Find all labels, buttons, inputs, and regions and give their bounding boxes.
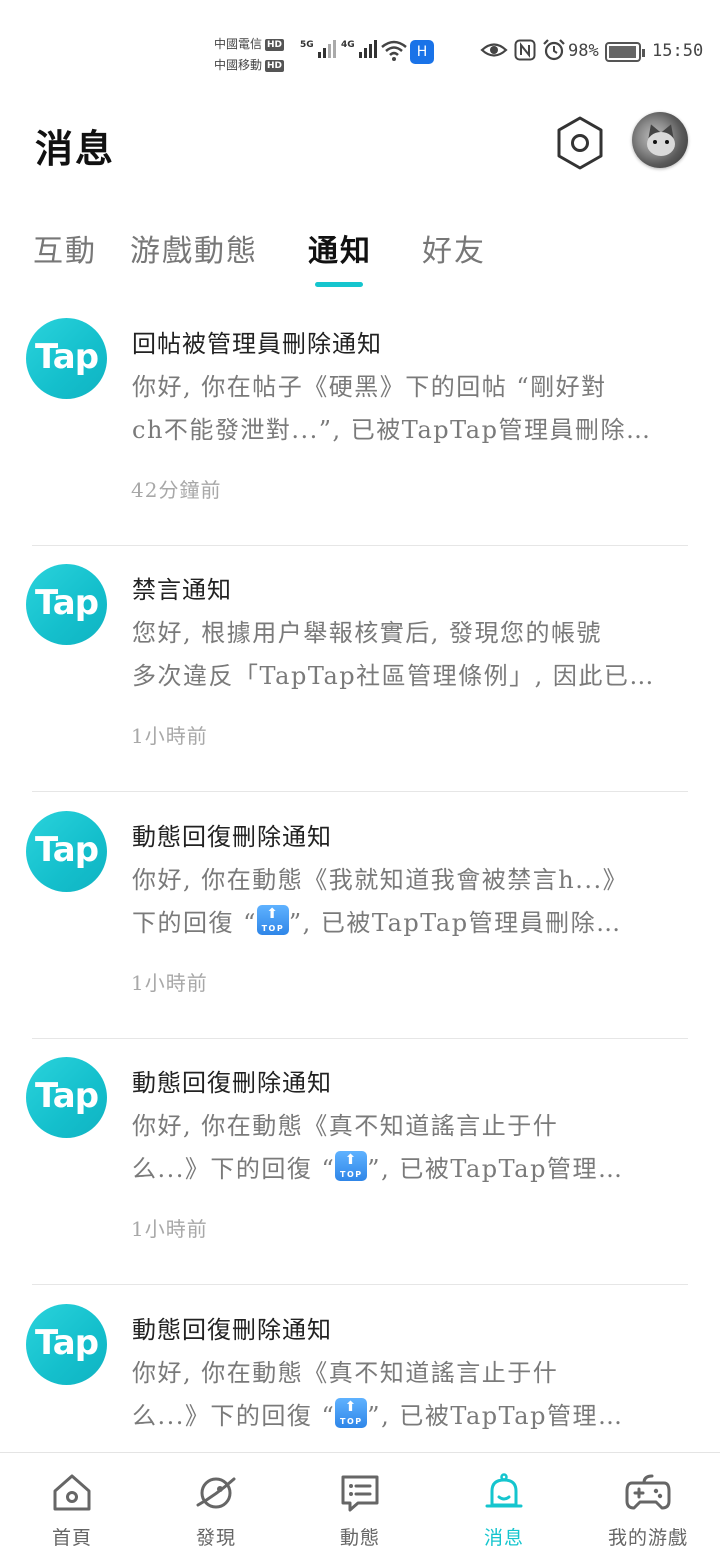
nav-label: 動態	[339, 1527, 380, 1549]
body-text: ”, 已被TapTap管理員刪除…	[288, 909, 622, 937]
app-notification-icon: H	[410, 40, 434, 64]
carrier-2: 中國移動	[214, 58, 263, 72]
status-icons	[480, 38, 566, 62]
nav-home[interactable]: 首頁	[12, 1471, 132, 1550]
notification-item[interactable]: Tap 禁言通知 您好, 根據用户舉報核實后, 發現您的帳號 多次違反「TapT…	[0, 546, 720, 792]
home-icon	[53, 1474, 91, 1511]
bottom-nav: 首頁 發現 動態 消息 我的游戲	[0, 1452, 720, 1560]
bell-icon	[485, 1473, 523, 1508]
settings-button[interactable]	[554, 115, 606, 171]
notification-title: 動態回復刪除通知	[132, 1069, 332, 1097]
notification-item[interactable]: Tap 回帖被管理員刪除通知 你好, 你在帖子《硬黑》下的回帖 “剛好對 ch不…	[0, 300, 720, 546]
carrier-1: 中國電信	[214, 37, 263, 51]
taptap-logo: Tap	[26, 1304, 107, 1385]
signal-4g-icon: 4G	[341, 40, 377, 58]
notification-body-line: 您好, 根據用户舉報核實后, 發現您的帳號	[132, 619, 603, 647]
top-emoji-icon: ⬆ TOP	[256, 905, 289, 935]
taptap-logo: Tap	[26, 1057, 107, 1138]
notification-time: 42分鐘前	[131, 478, 222, 502]
status-bar: 中國電信 HD 中國移動 HD 5G 4G H 98% 15:50	[0, 0, 720, 100]
notification-title: 動態回復刪除通知	[132, 823, 332, 851]
divider	[32, 1284, 688, 1285]
tab-bar: 互動 游戲動態 通知 好友	[0, 220, 720, 290]
notification-title: 回帖被管理員刪除通知	[132, 330, 382, 358]
taptap-logo: Tap	[26, 318, 107, 399]
nav-discover[interactable]: 發現	[156, 1471, 276, 1550]
body-text: ”, 已被TapTap管理…	[367, 1402, 624, 1430]
notification-item[interactable]: Tap 動態回復刪除通知 你好, 你在動態《我就知道我會被禁言h...》 下的回…	[0, 793, 720, 1039]
notification-body-line: ch不能發泄對...”, 已被TapTap管理員刪除…	[132, 416, 652, 444]
avatar[interactable]	[632, 112, 688, 168]
notification-body: 你好, 你在動態《真不知道謠言止于什 么...》下的回復 “⬆ TOP”, 已被T…	[132, 1352, 684, 1438]
hd-badge: HD	[265, 59, 285, 72]
taptap-logo: Tap	[26, 564, 107, 645]
page-title: 消息	[35, 126, 116, 171]
notification-body: 你好, 你在動態《我就知道我會被禁言h...》 下的回復 “⬆ TOP”, 已被T…	[132, 859, 684, 945]
tab-friends[interactable]: 好友	[422, 226, 486, 270]
nav-label: 發現	[195, 1527, 236, 1549]
tab-notifications[interactable]: 通知	[308, 226, 372, 270]
signal-5g-icon: 5G	[300, 40, 336, 58]
battery-icon	[605, 42, 645, 62]
nfc-icon	[514, 39, 536, 61]
notification-body-line: 你好, 你在動態《我就知道我會被禁言h...》	[132, 866, 629, 894]
notification-body: 你好, 你在動態《真不知道謠言止于什 么...》下的回復 “⬆ TOP”, 已被T…	[132, 1105, 684, 1191]
planet-icon	[196, 1477, 236, 1509]
nav-label: 首頁	[51, 1527, 92, 1549]
carrier-info: 中國電信 HD 中國移動 HD	[214, 34, 285, 76]
alarm-icon	[543, 39, 565, 61]
top-emoji-icon: ⬆ TOP	[335, 1398, 368, 1428]
nav-moments[interactable]: 動態	[300, 1471, 420, 1550]
notification-body: 您好, 根據用户舉報核實后, 發現您的帳號 多次違反「TapTap社區管理條例」…	[132, 612, 684, 698]
body-text: 么...》下的回復 “	[132, 1402, 336, 1430]
top-emoji-icon: ⬆ TOP	[335, 1151, 368, 1181]
notification-title: 動態回復刪除通知	[132, 1316, 332, 1344]
hd-badge: HD	[265, 38, 285, 51]
notification-body-line: 多次違反「TapTap社區管理條例」, 因此已…	[132, 662, 655, 690]
chat-icon	[341, 1475, 379, 1512]
nav-my-games[interactable]: 我的游戲	[588, 1471, 708, 1550]
notification-body-line: 你好, 你在動態《真不知道謠言止于什	[132, 1112, 559, 1140]
notification-body-line: 么...》下的回復 “⬆ TOP”, 已被TapTap管理…	[132, 1395, 684, 1438]
notification-body-line: 你好, 你在動態《真不知道謠言止于什	[132, 1359, 559, 1387]
nav-label: 消息	[483, 1527, 524, 1549]
status-time: 15:50	[652, 41, 704, 61]
notification-title: 禁言通知	[132, 576, 232, 604]
active-tab-indicator	[315, 282, 363, 287]
wifi-icon	[381, 40, 407, 61]
notification-body-line: 你好, 你在帖子《硬黑》下的回帖 “剛好對	[132, 373, 607, 401]
notification-time: 1小時前	[131, 724, 208, 748]
nav-messages[interactable]: 消息	[444, 1471, 564, 1550]
notification-body-line: 下的回復 “⬆ TOP”, 已被TapTap管理員刪除…	[132, 902, 684, 945]
taptap-logo: Tap	[26, 811, 107, 892]
notification-time: 1小時前	[131, 1217, 208, 1241]
notification-body-line: 么...》下的回復 “⬆ TOP”, 已被TapTap管理…	[132, 1148, 684, 1191]
notification-body: 你好, 你在帖子《硬黑》下的回帖 “剛好對 ch不能發泄對...”, 已被Tap…	[132, 366, 684, 452]
divider	[32, 791, 688, 792]
nav-label: 我的游戲	[607, 1527, 688, 1549]
body-text: 下的回復 “	[132, 909, 257, 937]
battery-percent: 98%	[568, 41, 599, 61]
body-text: 么...》下的回復 “	[132, 1155, 336, 1183]
body-text: ”, 已被TapTap管理…	[367, 1155, 624, 1183]
hexagon-settings-icon	[557, 116, 603, 170]
eye-icon	[480, 43, 508, 57]
gamepad-icon	[625, 1474, 671, 1510]
tab-game-updates[interactable]: 游戲動態	[130, 226, 258, 270]
notification-time: 1小時前	[131, 971, 208, 995]
tab-interactions[interactable]: 互動	[33, 226, 97, 270]
notification-item[interactable]: Tap 動態回復刪除通知 你好, 你在動態《真不知道謠言止于什 么...》下的回…	[0, 1039, 720, 1285]
